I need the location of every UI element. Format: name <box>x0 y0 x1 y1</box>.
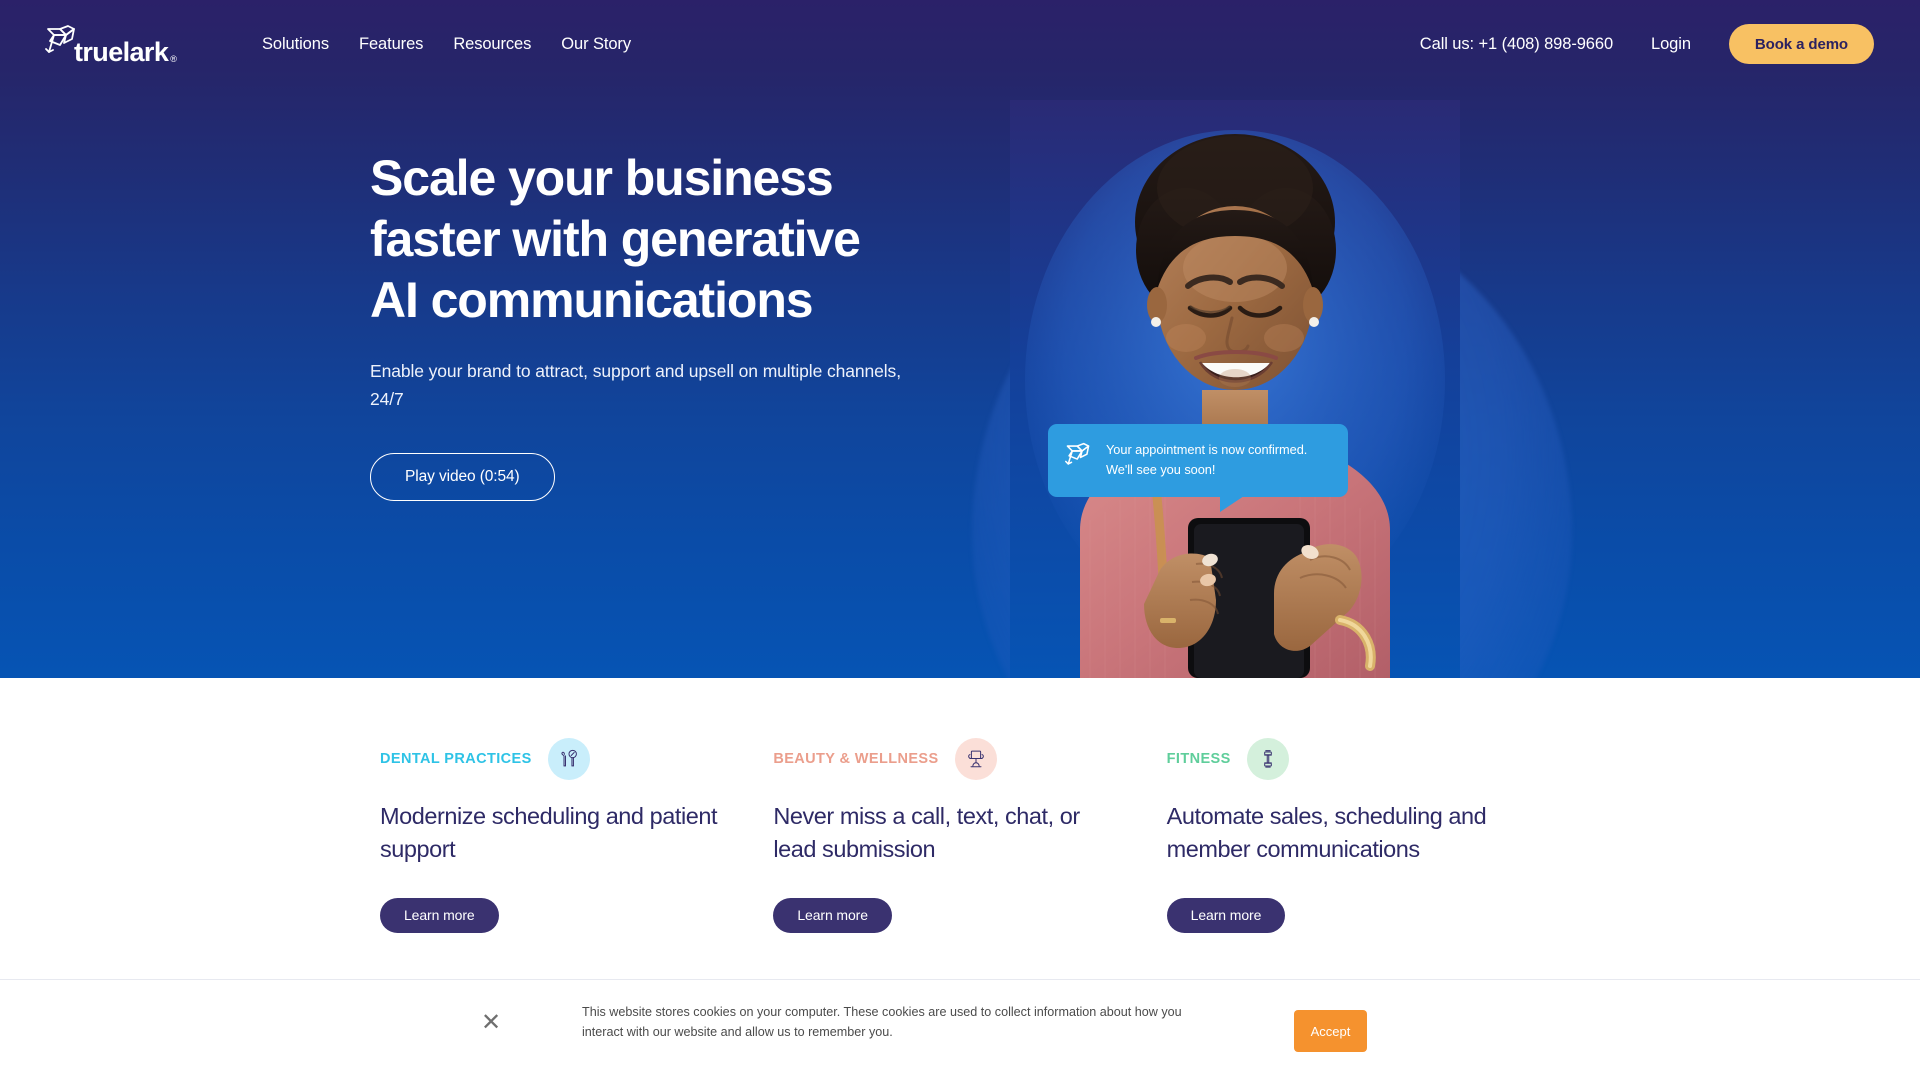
nav-links: Solutions Features Resources Our Story <box>262 0 631 88</box>
learn-more-button-beauty[interactable]: Learn more <box>773 897 892 933</box>
card-eyebrow-fitness: FITNESS <box>1166 751 1231 767</box>
page-title: Scale your business faster with generati… <box>370 148 970 331</box>
nav-link-features[interactable]: Features <box>359 35 423 54</box>
close-icon[interactable]: ✕ <box>478 1010 504 1036</box>
chat-bubble-text: Your appointment is now confirmed. We'll… <box>1106 440 1307 480</box>
lark-bird-icon <box>1064 442 1092 468</box>
hero-section: Your appointment is now confirmed. We'll… <box>0 0 1920 678</box>
card-header: FITNESS <box>1167 735 1560 783</box>
industry-card-beauty: BEAUTY & WELLNESS Never miss a call, tex… <box>773 735 1166 933</box>
industry-card-fitness: FITNESS Automate sales, scheduling and m… <box>1166 735 1560 933</box>
card-header: BEAUTY & WELLNESS <box>773 735 1166 783</box>
learn-more-button-dental[interactable]: Learn more <box>380 897 499 933</box>
call-us-link[interactable]: Call us: +1 (408) 898-9660 <box>1420 35 1613 54</box>
play-video-button[interactable]: Play video (0:54) <box>370 453 555 502</box>
card-eyebrow-beauty: BEAUTY & WELLNESS <box>773 751 939 767</box>
card-eyebrow-dental: DENTAL PRACTICES <box>380 751 532 767</box>
card-title-dental: Modernize scheduling and patient support <box>380 803 718 863</box>
hero-title-line-1: Scale your business <box>370 150 834 206</box>
hero-title-line-3: AI communications <box>370 272 814 328</box>
chat-bubble-line1: Your appointment is now confirmed. <box>1106 442 1308 457</box>
salon-chair-icon <box>954 738 997 780</box>
registered-mark: ® <box>170 54 177 64</box>
industry-card-dental: DENTAL PRACTICES Modernize scheduling an… <box>380 735 773 933</box>
hero-copy: Scale your business faster with generati… <box>370 148 970 502</box>
top-navbar: truelark ® Solutions Features Resources … <box>0 0 1920 88</box>
dumbbell-icon <box>1246 738 1289 780</box>
nav-right-group: Call us: +1 (408) 898-9660 Login Book a … <box>1420 0 1874 88</box>
hero-photo <box>1010 100 1460 678</box>
industry-cards-row: DENTAL PRACTICES Modernize scheduling an… <box>380 735 1560 933</box>
card-title-beauty: Never miss a call, text, chat, or lead s… <box>773 803 1080 863</box>
chat-bubble: Your appointment is now confirmed. We'll… <box>1048 424 1348 512</box>
nav-link-our-story[interactable]: Our Story <box>561 35 631 54</box>
nav-link-solutions[interactable]: Solutions <box>262 35 329 54</box>
hero-subtitle: Enable your brand to attract, support an… <box>370 361 901 409</box>
login-link[interactable]: Login <box>1651 35 1691 54</box>
chat-bubble-line2: We'll see you soon! <box>1106 461 1216 477</box>
industry-cards-section: DENTAL PRACTICES Modernize scheduling an… <box>0 678 1920 980</box>
page-root: Your appointment is now confirmed. We'll… <box>0 0 1920 1080</box>
hero-title-line-2: faster with generative <box>370 211 861 267</box>
lark-bird-icon <box>44 24 78 56</box>
accept-cookies-button[interactable]: Accept <box>1294 1010 1367 1052</box>
book-a-demo-button[interactable]: Book a demo <box>1728 24 1874 64</box>
cookie-banner-message: This website stores cookies on your comp… <box>582 1005 1182 1039</box>
nav-link-resources[interactable]: Resources <box>453 35 531 54</box>
card-title-fitness: Automate sales, scheduling and member co… <box>1166 803 1487 863</box>
card-header: DENTAL PRACTICES <box>380 735 773 783</box>
logo-wordmark: truelark <box>74 37 169 67</box>
truelark-logo[interactable]: truelark ® <box>44 20 177 68</box>
dental-tools-icon <box>547 738 590 780</box>
learn-more-button-fitness[interactable]: Learn more <box>1166 897 1286 933</box>
